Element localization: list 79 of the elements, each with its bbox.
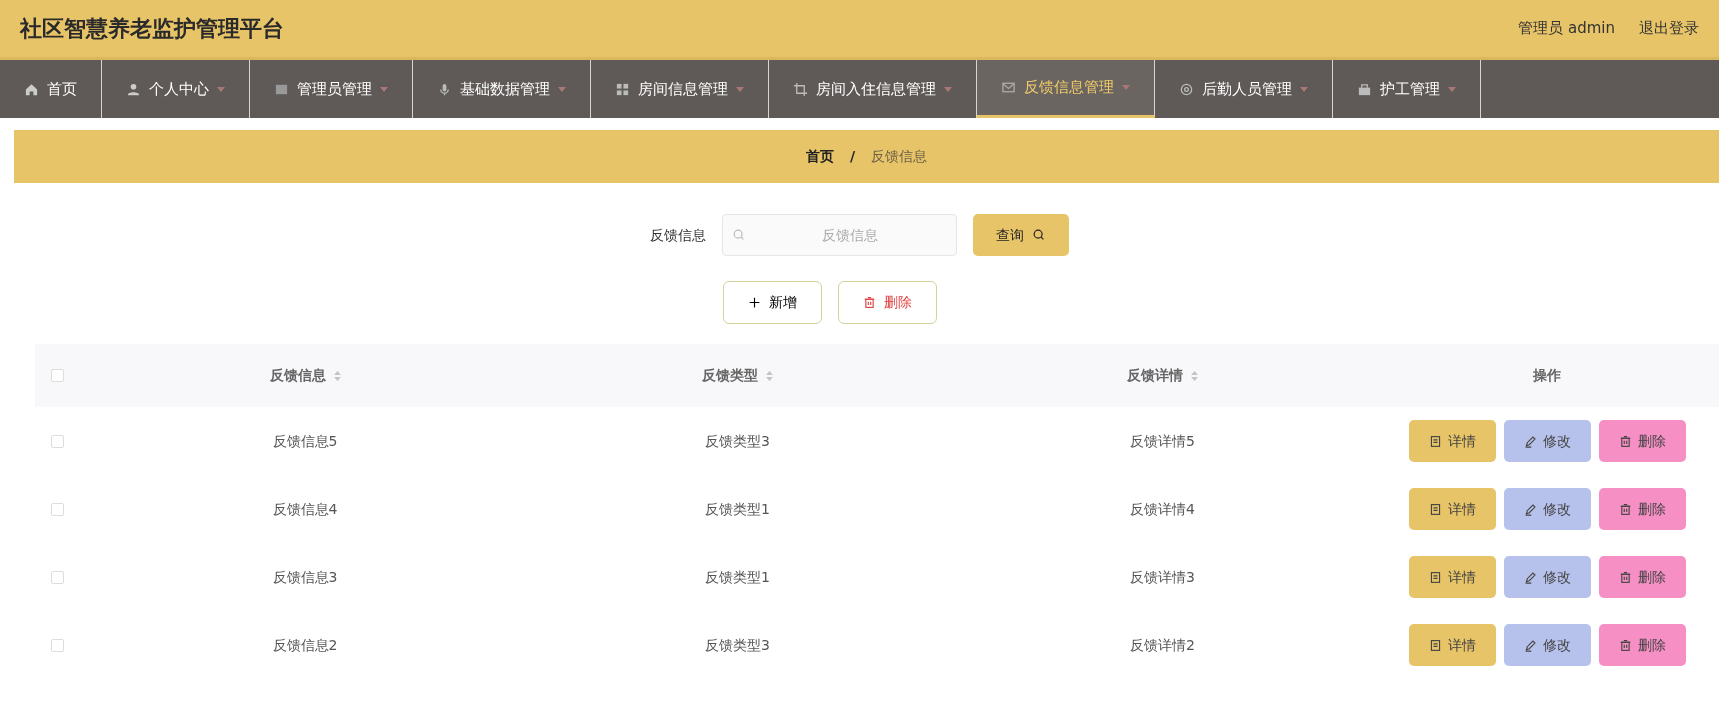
nav-tab[interactable]: 管理员管理 [250, 60, 413, 118]
trash-icon [1618, 434, 1632, 448]
query-button[interactable]: 查询 [973, 214, 1069, 256]
table-cell-text: 反馈信息4 [271, 499, 339, 519]
table-cell-text: 反馈详情3 [1129, 567, 1196, 587]
crop-icon [793, 81, 808, 97]
nav-tab[interactable]: 基础数据管理 [413, 60, 591, 118]
grid-icon [615, 81, 630, 97]
microphone-icon [437, 81, 452, 97]
add-button[interactable]: 新增 [722, 281, 822, 324]
home-icon [24, 81, 39, 97]
detail-button[interactable]: 详情 [1408, 488, 1496, 530]
column-header: 操作 [1533, 366, 1561, 385]
nav-tab[interactable]: 护工管理 [1333, 60, 1481, 118]
breadcrumb-item: 反馈信息 [871, 147, 928, 166]
table-cell-text: 反馈类型1 [704, 567, 771, 587]
edit-button[interactable]: 修改 [1503, 420, 1591, 462]
table-cell-text: 反馈详情4 [1129, 499, 1196, 519]
column-header[interactable]: 反馈类型 [702, 365, 758, 386]
table-cell-text: 反馈详情5 [1129, 431, 1196, 451]
table-cell-text: 反馈信息3 [271, 567, 339, 587]
nav-tab[interactable]: 个人中心 [102, 60, 250, 118]
trash-icon [862, 296, 876, 309]
site-title: 社区智慧养老监护管理平台 [20, 15, 284, 43]
checkbox[interactable] [51, 502, 64, 516]
pencil-icon [1523, 502, 1537, 516]
user-name: 管理员 admin [1518, 18, 1615, 40]
table-cell-text: 反馈信息2 [271, 635, 339, 655]
checkbox[interactable] [51, 369, 64, 382]
table-cell-text: 反馈类型3 [704, 635, 771, 655]
search-field[interactable]: 反馈信息 [722, 214, 957, 256]
delete-button[interactable]: 删除 [1598, 624, 1686, 666]
pencil-icon [1523, 434, 1537, 448]
document-icon [1428, 502, 1442, 516]
sort-icon[interactable] [333, 370, 341, 381]
envelope-icon [1001, 80, 1016, 95]
nav-tab[interactable]: 后勤人员管理 [1155, 60, 1333, 118]
table-cell-text: 反馈信息5 [271, 431, 339, 451]
edit-button[interactable]: 修改 [1503, 624, 1591, 666]
edit-button[interactable]: 修改 [1503, 488, 1591, 530]
detail-button[interactable]: 详情 [1408, 556, 1496, 598]
nav-tab[interactable]: 房间信息管理 [591, 60, 769, 118]
document-icon [1428, 434, 1442, 448]
pencil-icon [1523, 570, 1537, 584]
delete-button[interactable]: 删除 [1598, 556, 1686, 598]
nav-tab[interactable]: 反馈信息管理 [977, 60, 1155, 118]
logout-link[interactable]: 退出登录 [1639, 17, 1699, 40]
sort-icon[interactable] [1191, 370, 1198, 381]
breadcrumb-separator: / [849, 147, 856, 166]
edit-button[interactable]: 修改 [1503, 556, 1591, 598]
nav-tab[interactable]: 首页 [0, 60, 102, 118]
document-icon [1428, 638, 1442, 652]
trash-icon [1618, 502, 1632, 516]
pencil-icon [1523, 638, 1537, 652]
checkbox[interactable] [51, 570, 64, 584]
column-header[interactable]: 反馈信息 [269, 365, 326, 386]
bag-icon [1357, 81, 1372, 97]
checkbox[interactable] [51, 638, 64, 652]
search-icon [1032, 228, 1046, 242]
detail-button[interactable]: 详情 [1408, 420, 1496, 462]
detail-button[interactable]: 详情 [1408, 624, 1496, 666]
table-cell-text: 反馈类型1 [704, 499, 771, 519]
trash-icon [1618, 638, 1632, 652]
delete-button[interactable]: 删除 [1598, 420, 1686, 462]
trash-icon [1618, 570, 1632, 584]
person-icon [126, 81, 141, 97]
column-header[interactable]: 反馈详情 [1127, 365, 1183, 386]
breadcrumb-item[interactable]: 首页 [805, 146, 834, 167]
plus-icon [747, 296, 761, 309]
table-cell-text: 反馈类型3 [704, 431, 771, 451]
document-icon [1428, 570, 1442, 584]
checkbox[interactable] [51, 434, 64, 448]
delete-button[interactable]: 删除 [837, 281, 937, 324]
search-icon [732, 228, 746, 242]
table-cell-text: 反馈详情2 [1129, 635, 1196, 655]
search-label: 反馈信息 [650, 225, 706, 245]
sort-icon[interactable] [766, 370, 773, 381]
gear-icon [1179, 81, 1194, 97]
delete-button[interactable]: 删除 [1598, 488, 1686, 530]
